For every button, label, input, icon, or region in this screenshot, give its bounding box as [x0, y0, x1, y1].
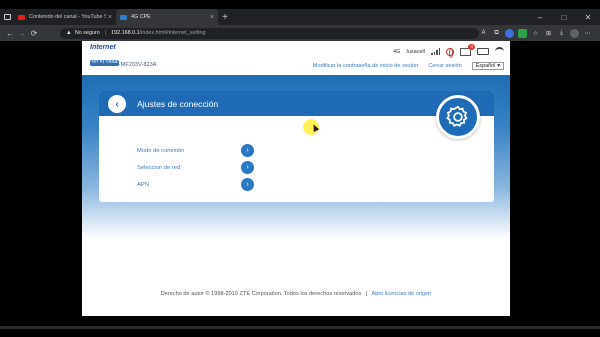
chevron-right-icon[interactable]: ›	[241, 161, 254, 174]
footer-separator: |	[365, 291, 368, 297]
menu-item-modo-conexion[interactable]: Modo de conexión ›	[137, 142, 257, 159]
more-icon[interactable]: ⋯	[583, 29, 592, 38]
url-path: /index.html#internet_setting	[139, 30, 206, 36]
back-button[interactable]: ‹	[108, 95, 126, 113]
router-header: Internet en tu casa SSID Telcel-MF203V-8…	[82, 41, 510, 75]
tab-4g-cpe[interactable]: 4G CPE ×	[116, 9, 218, 25]
card-header: ‹ Ajustes de conección	[99, 91, 494, 116]
screen: Contenido del canal - YouTube S × 4G CPE…	[0, 0, 600, 337]
logout-link[interactable]: Cerrar sesión	[428, 63, 462, 69]
taskbar-strip	[0, 326, 600, 329]
page-footer: Derecho de autor © 1998-2019 ZTE Corpora…	[82, 291, 510, 297]
signal-icon	[431, 48, 440, 55]
ssid-label: SSID Telcel-MF203V-823A	[90, 62, 157, 68]
reader-icon[interactable]: ⧉	[492, 29, 501, 38]
close-window-icon[interactable]: ✕	[576, 9, 600, 25]
maximize-icon[interactable]: □	[552, 9, 576, 25]
header-links: Modificar la contraseña de inicio de ses…	[313, 62, 504, 70]
menu-item-seleccion-red[interactable]: Seleccion de red ›	[137, 159, 257, 176]
toolbar-icons: A ⧉ ☆ ⊞ ⤓ ⋯	[479, 28, 600, 38]
router-page: Internet en tu casa SSID Telcel-MF203V-8…	[82, 41, 510, 316]
wifi-icon	[495, 47, 504, 56]
tab-title: 4G CPE	[131, 14, 151, 20]
menu-item-label: APN	[137, 181, 149, 188]
menu-item-label: Seleccion de red	[137, 164, 181, 171]
security-label: No seguro	[74, 30, 100, 36]
tab-youtube[interactable]: Contenido del canal - YouTube S ×	[14, 9, 116, 25]
chevron-right-icon[interactable]: ›	[241, 144, 254, 157]
battery-icon	[477, 48, 489, 55]
network-type: 4G	[393, 48, 401, 55]
browser-tab-bar: Contenido del canal - YouTube S × 4G CPE…	[0, 9, 600, 25]
reload-icon[interactable]: ⟳	[28, 29, 40, 38]
read-aloud-icon[interactable]: A	[479, 29, 488, 38]
forward-icon[interactable]: →	[16, 29, 28, 38]
back-icon[interactable]: ←	[4, 29, 16, 38]
language-select[interactable]: Español ▾	[471, 62, 504, 70]
card-title: Ajustes de conección	[137, 99, 219, 109]
license-link[interactable]: Abrir licencias de origen	[372, 291, 432, 297]
mail-icon[interactable]: 4	[460, 43, 475, 56]
url-host: 192.168.0.1	[111, 30, 140, 36]
close-tab-icon[interactable]: ×	[210, 14, 214, 21]
browser-toolbar: ← → ⟳ ▲ No seguro | 192.168.0.1 /index.h…	[0, 25, 600, 41]
settings-menu: Modo de conexión › Seleccion de red › AP…	[137, 142, 257, 193]
minimize-icon[interactable]: –	[528, 9, 552, 25]
settings-card: ‹ Ajustes de conección Modo de conexión …	[99, 91, 494, 202]
copyright-text: Derecho de autor © 1998-2019 ZTE Corpora…	[160, 291, 362, 297]
chevron-right-icon[interactable]: ›	[241, 178, 254, 191]
globe-icon	[446, 47, 454, 58]
tab-title: Contenido del canal - YouTube S	[29, 14, 106, 20]
carrier-name: Iusacell	[406, 48, 425, 55]
collections-icon[interactable]: ⊞	[544, 29, 553, 38]
cpe-icon	[120, 14, 127, 20]
change-password-link[interactable]: Modificar la contraseña de inicio de ses…	[313, 63, 418, 69]
chevron-down-icon: ▾	[497, 63, 500, 69]
youtube-icon	[18, 14, 25, 20]
status-bar: 4G Iusacell 4	[393, 43, 504, 58]
downloads-icon[interactable]: ⤓	[557, 29, 566, 38]
extension-icon[interactable]	[505, 28, 514, 38]
favorites-icon[interactable]: ☆	[531, 29, 540, 38]
menu-item-label: Modo de conexión	[137, 147, 185, 154]
window-menu-icon[interactable]	[0, 9, 14, 25]
warning-icon: ▲	[65, 30, 72, 36]
profile-icon[interactable]	[570, 28, 579, 38]
menu-item-apn[interactable]: APN ›	[137, 176, 257, 193]
close-tab-icon[interactable]: ×	[108, 14, 112, 21]
mail-count-badge: 4	[468, 43, 475, 50]
new-tab-icon[interactable]: +	[218, 9, 232, 25]
address-bar[interactable]: ▲ No seguro | 192.168.0.1 /index.html#in…	[59, 27, 479, 39]
gear-icon	[436, 95, 480, 139]
extension-green-icon[interactable]	[518, 28, 527, 38]
